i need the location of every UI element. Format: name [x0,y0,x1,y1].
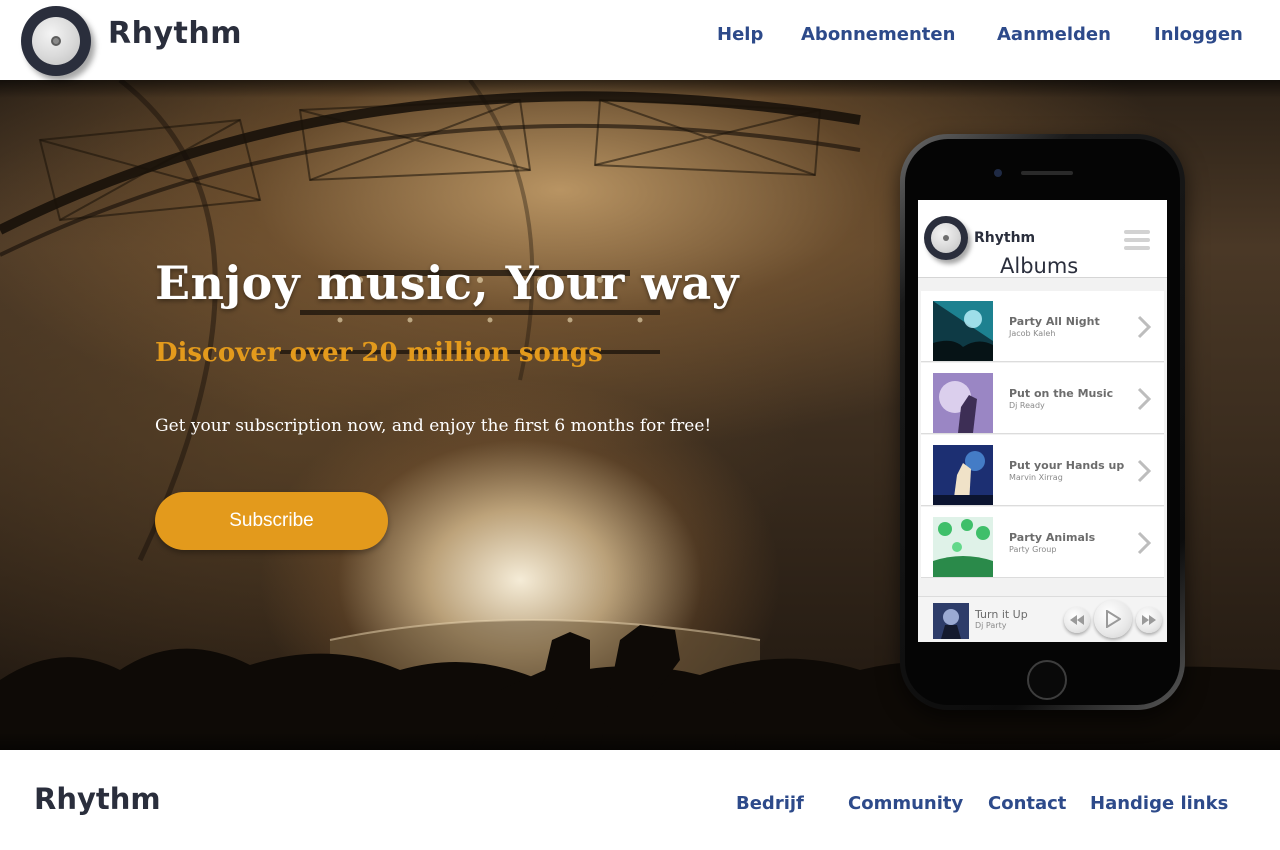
album-artist: Party Group [1009,545,1057,554]
fast-forward-button[interactable] [1136,607,1162,633]
rewind-button[interactable] [1064,607,1090,633]
album-list-item[interactable]: Party All Night Jacob Kaleh [921,291,1164,362]
album-title: Put on the Music [1009,387,1114,400]
album-title: Party Animals [1009,531,1096,544]
hero-headline: Enjoy music, Your way [155,256,739,310]
app-vinyl-logo-icon [924,216,968,260]
disc-hole [51,36,61,46]
site-header: Rhythm Help Abonnementen Aanmelden Inlog… [0,0,1280,80]
app-disc-hole [943,235,949,241]
now-playing-bar: Turn it Up Dj Party [918,596,1167,642]
hero-tagline: Get your subscription now, and enjoy the… [155,416,712,436]
fast-forward-icon [1142,615,1156,625]
album-list-item[interactable]: Put on the Music Dj Ready [921,363,1164,434]
now-playing-artist: Dj Party [975,621,1007,630]
footer-link-contact[interactable]: Contact [988,793,1066,814]
home-button-icon [1027,660,1067,700]
album-artist: Marvin Xirrag [1009,473,1063,482]
speaker-icon [1021,171,1073,175]
footer-link-useful-links[interactable]: Handige links [1090,793,1228,814]
footer-brand-name: Rhythm [34,782,161,816]
hero-subheadline: Discover over 20 million songs [155,338,603,368]
album-cover-image [933,373,993,433]
site-footer: Rhythm Bedrijf Community Contact Handige… [0,750,1280,850]
app-page-title: Albums [1000,254,1079,278]
album-list-item[interactable]: Party Animals Party Group [921,507,1164,578]
album-artist: Jacob Kaleh [1009,329,1056,338]
nav-subscriptions[interactable]: Abonnementen [801,24,955,45]
footer-link-company[interactable]: Bedrijf [736,793,804,814]
chevron-right-icon [1137,531,1152,555]
nav-help[interactable]: Help [717,24,763,45]
album-cover-image [933,517,993,577]
nav-register[interactable]: Aanmelden [997,24,1111,45]
hamburger-menu-icon[interactable] [1124,230,1150,250]
vinyl-disc-logo-icon[interactable] [21,6,91,76]
hero-banner: Enjoy music, Your way Discover over 20 m… [0,80,1280,750]
album-cover-image [933,445,993,505]
camera-icon [994,169,1002,177]
app-screen: Rhythm Albums Party All Night Jacob Kale… [918,200,1167,642]
now-playing-title: Turn it Up [975,608,1028,621]
album-list-item[interactable]: Put your Hands up Marvin Xirrag [921,435,1164,506]
nav-login[interactable]: Inloggen [1154,24,1243,45]
rewind-icon [1070,615,1084,625]
play-icon [1106,610,1121,628]
hero-top-shadow [0,80,1280,98]
album-title: Party All Night [1009,315,1100,328]
now-playing-cover-image [933,603,969,639]
album-cover-image [933,301,993,361]
phone-mockup: Rhythm Albums Party All Night Jacob Kale… [900,134,1185,710]
footer-link-community[interactable]: Community [848,793,963,814]
chevron-right-icon [1137,459,1152,483]
album-artist: Dj Ready [1009,401,1045,410]
chevron-right-icon [1137,387,1152,411]
brand-name[interactable]: Rhythm [108,16,242,51]
chevron-right-icon [1137,315,1152,339]
app-brand-name: Rhythm [974,230,1036,246]
hero-bottom-shadow [0,732,1280,750]
app-header: Rhythm Albums [918,200,1167,278]
subscribe-button[interactable]: Subscribe [155,492,388,550]
play-button[interactable] [1094,600,1132,638]
album-title: Put your Hands up [1009,459,1125,472]
